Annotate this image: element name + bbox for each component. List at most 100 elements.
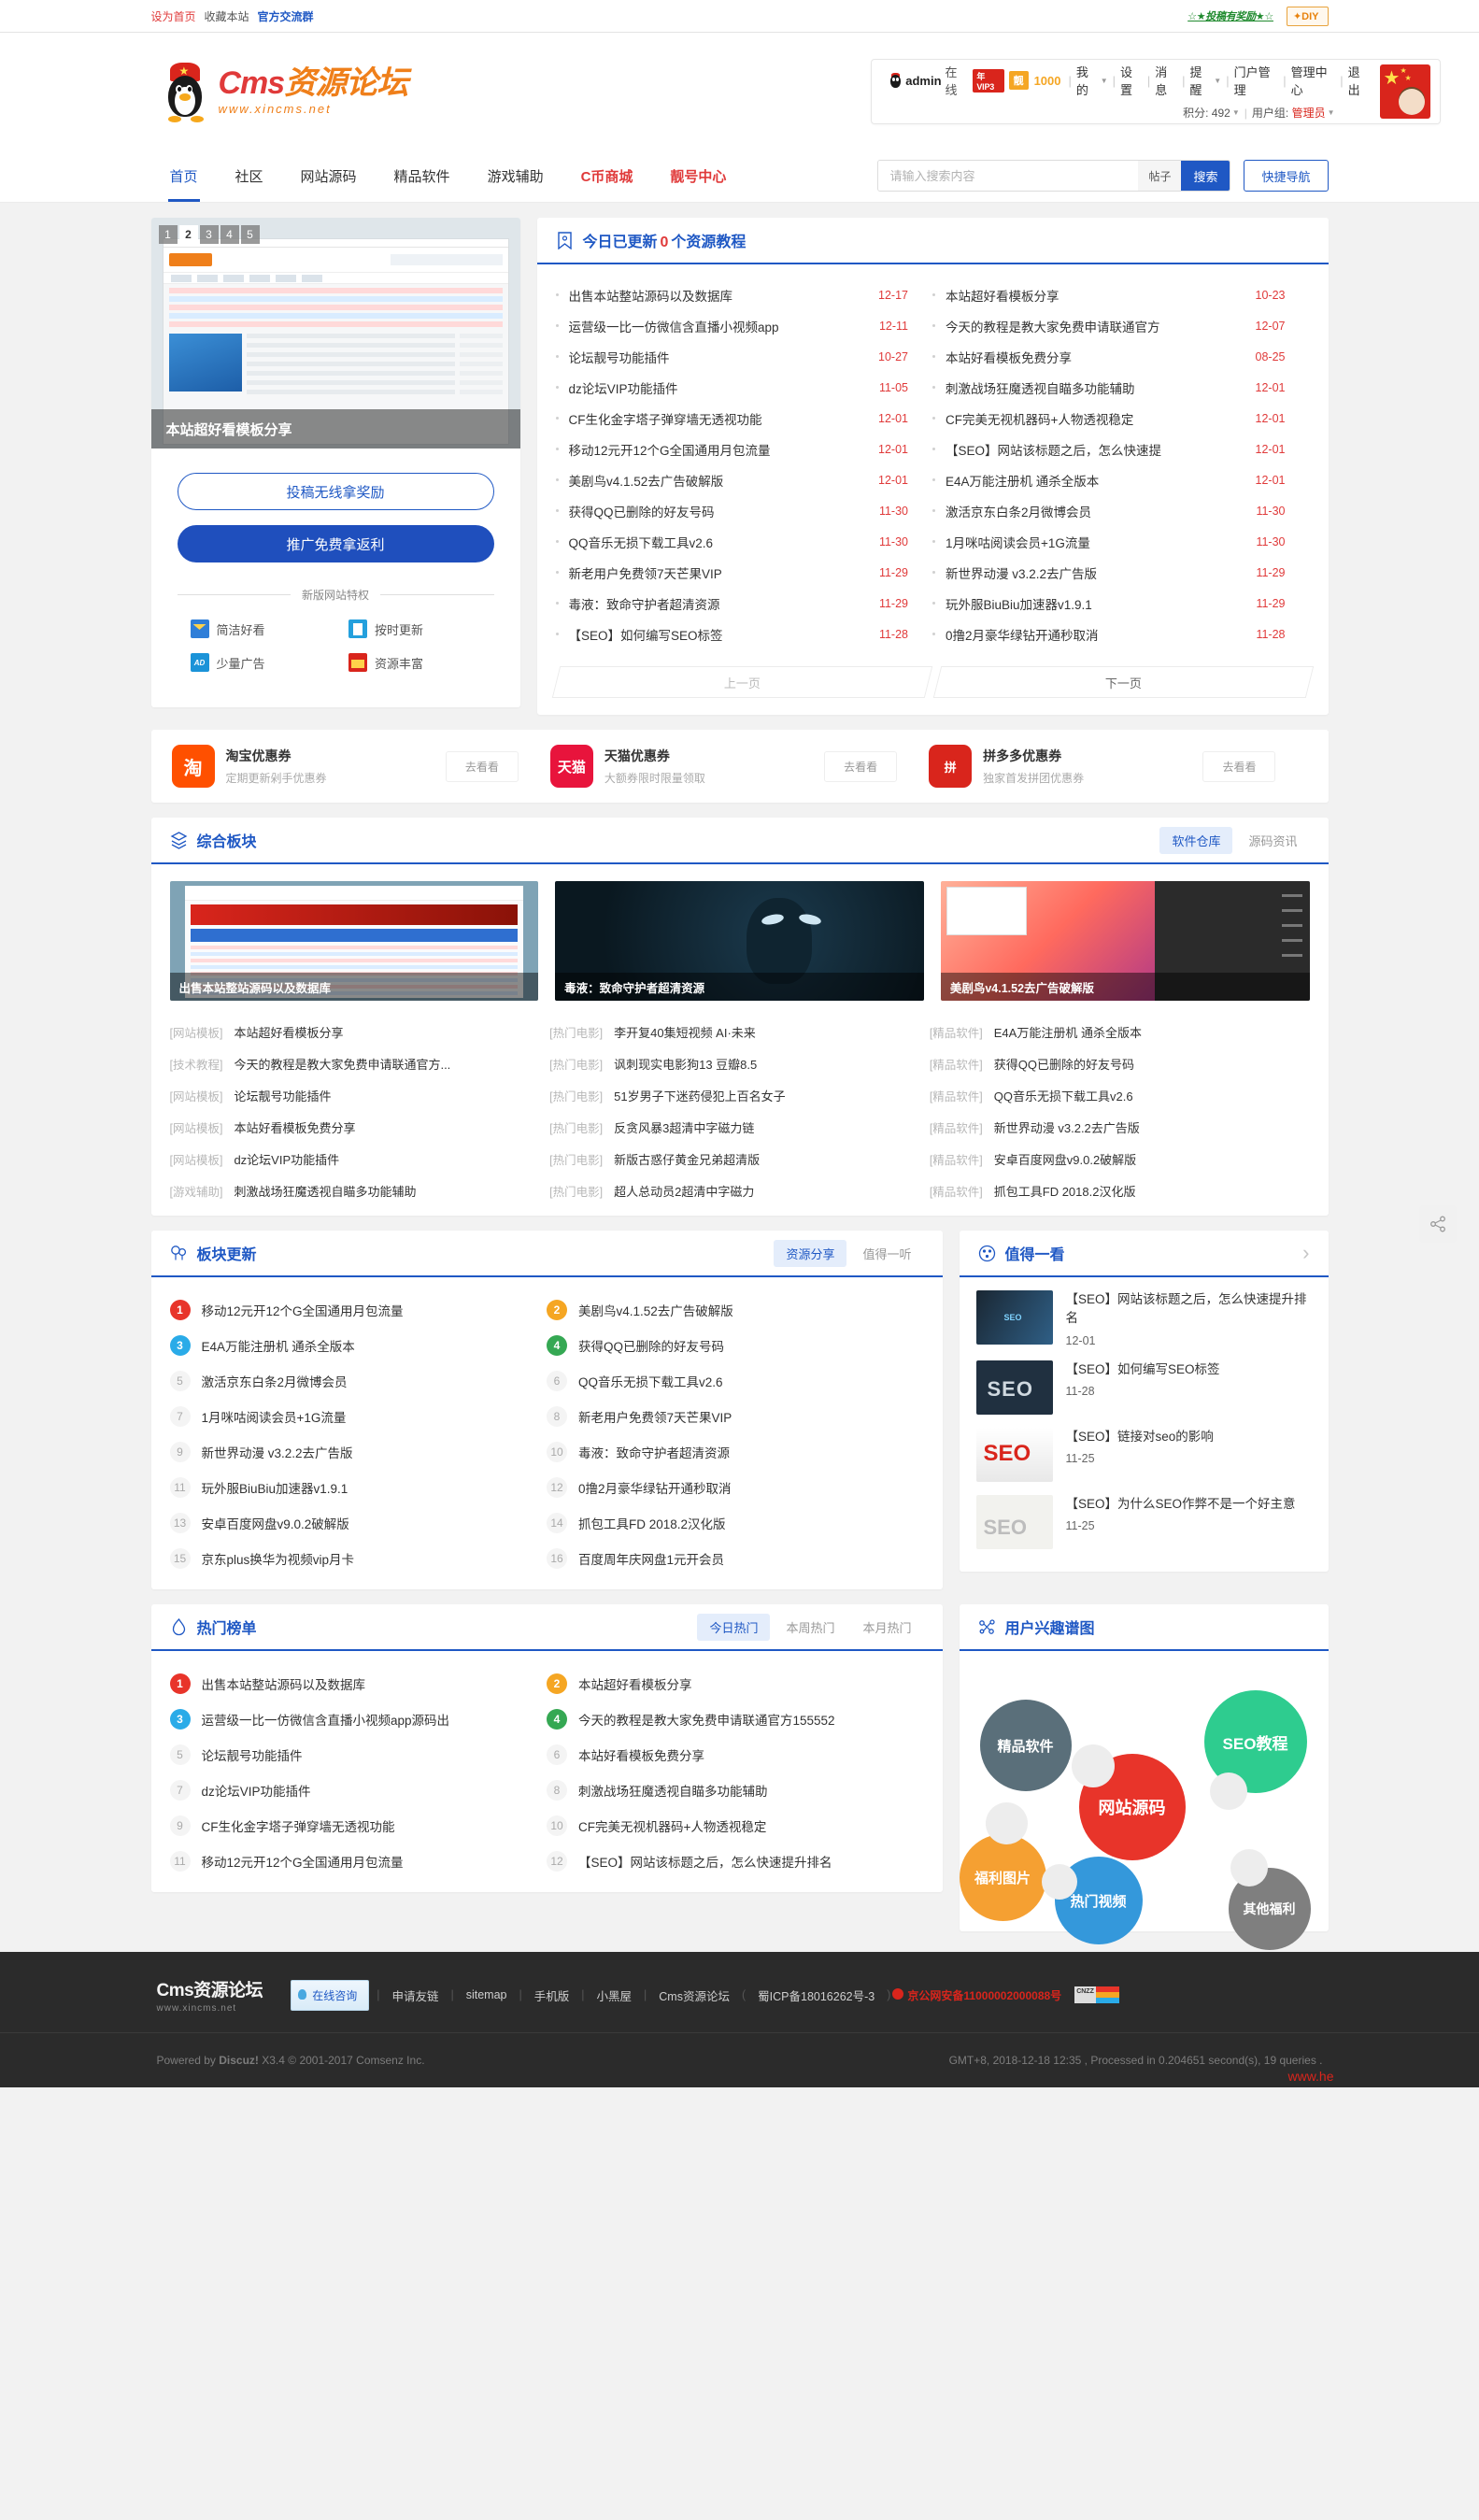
hot-rank-tab-today[interactable]: 今日热门 [697,1613,771,1641]
search-type-select[interactable]: 帖子 [1138,161,1182,191]
menu-messages[interactable]: 消息 [1155,63,1177,98]
update-list-item[interactable]: 刺激战场狂魔透视自瞄多功能辅助 12-01 [932,372,1310,403]
rank-list-item[interactable]: 5 激活京东白条2月微博会员 [169,1363,548,1399]
rank-list-item[interactable]: 8 新老用户免费领7天芒果VIP [547,1399,924,1434]
coupon-go-button[interactable]: 去看看 [445,750,519,782]
slider-page-1[interactable]: 1 [158,225,178,244]
rank-list-item[interactable]: 4 获得QQ已删除的好友号码 [547,1328,924,1363]
cnzz-badge[interactable]: CNZZ [1074,1986,1120,2003]
update-list-item[interactable]: 论坛靓号功能插件 10-27 [555,341,933,372]
footer-link-forum[interactable]: Cms资源论坛 [647,1986,742,2004]
rank-list-item[interactable]: 1 出售本站整站源码以及数据库 [169,1666,548,1701]
menu-notifications[interactable]: 提醒 [1189,63,1212,98]
update-list-item[interactable]: 0撸2月豪华绿钻开通秒取消 11-28 [932,619,1310,649]
update-list-item[interactable]: QQ音乐无损下载工具v2.6 11-30 [555,526,933,557]
quick-nav-button[interactable]: 快捷导航 [1244,160,1329,192]
worth-seeing-item[interactable]: 【SEO】为什么SEO作弊不是一个好主意 11-25 [975,1494,1312,1549]
menu-logout[interactable]: 退出 [1348,63,1371,98]
update-list-item[interactable]: 新世界动漫 v3.2.2去广告版 11-29 [932,557,1310,588]
board-tab-software[interactable]: 软件仓库 [1159,826,1233,854]
hero-slider[interactable]: 1 2 3 4 5 本站超好看模板分享 [150,218,520,448]
rank-list-item[interactable]: 7 1月咪咕阅读会员+1G流量 [169,1399,548,1434]
bookmark-site-link[interactable]: 收藏本站 [205,8,249,24]
update-list-item[interactable]: 【SEO】网站该标题之后，怎么快速提 12-01 [932,434,1310,464]
official-group-link[interactable]: 官方交流群 [258,8,314,24]
update-list-item[interactable]: 移动12元开12个G全国通用月包流量 12-01 [555,434,933,464]
nav-item-website-source[interactable]: 网站源码 [282,149,376,202]
rank-list-item[interactable]: 9 CF生化金字塔子弹穿墙无透视功能 [169,1808,548,1844]
menu-admin-center[interactable]: 管理中心 [1291,63,1336,98]
update-list-item[interactable]: CF完美无视机器码+人物透视稳定 12-01 [932,403,1310,434]
rank-list-item[interactable]: 5 论坛靓号功能插件 [169,1737,548,1773]
update-list-item[interactable]: 【SEO】如何编写SEO标签 11-28 [555,619,933,649]
board-list-item[interactable]: [精品软件] E4A万能注册机 通杀全版本 [930,1016,1289,1047]
worth-seeing-item[interactable]: 【SEO】网站该标题之后，怎么快速提升排名 12-01 [975,1290,1312,1347]
share-icon[interactable] [1419,1205,1457,1243]
nav-item-coin-mall[interactable]: C币商城 [562,149,652,202]
board-list-item[interactable]: [精品软件] 抓包工具FD 2018.2汉化版 [930,1175,1289,1206]
site-logo[interactable]: ★ Cms资源论坛 www.xincms.net [151,62,408,122]
rank-list-item[interactable]: 2 本站超好看模板分享 [547,1666,924,1701]
board-update-tab-share[interactable]: 资源分享 [774,1239,847,1267]
update-list-item[interactable]: CF生化金字塔子弹穿墙无透视功能 12-01 [555,403,933,434]
board-list-item[interactable]: [精品软件] 新世界动漫 v3.2.2去广告版 [930,1111,1289,1143]
menu-settings[interactable]: 设置 [1120,63,1143,98]
coupon-taobao[interactable]: 淘 淘宝优惠券 定期更新剁手优惠券 去看看 [171,745,550,788]
search-input[interactable] [878,161,1139,191]
board-list-item[interactable]: [热门电影] 李开复40集短视频 AI·未来 [549,1016,909,1047]
set-homepage-link[interactable]: 设为首页 [151,8,196,24]
update-list-item[interactable]: 本站好看模板免费分享 08-25 [932,341,1310,372]
footer-link-mobile[interactable]: 手机版 [522,1986,582,2004]
rank-list-item[interactable]: 3 运营级一比一仿微信含直播小视频app源码出 [169,1701,548,1737]
rank-list-item[interactable]: 1 移动12元开12个G全国通用月包流量 [169,1292,548,1328]
footer-link-friendlink[interactable]: 申请友链 [379,1986,450,2004]
board-list-item[interactable]: [游戏辅助] 刺激战场狂魔透视自瞄多功能辅助 [170,1175,530,1206]
update-list-item[interactable]: 今天的教程是教大家免费申请联通官方 12-07 [932,310,1310,341]
menu-mine[interactable]: 我的 [1076,63,1099,98]
board-list-item[interactable]: [热门电影] 51岁男子下迷药侵犯上百名女子 [549,1079,909,1111]
nav-item-quality-software[interactable]: 精品软件 [376,149,469,202]
update-list-item[interactable]: 玩外服BiuBiu加速器v1.9.1 11-29 [932,588,1310,619]
board-list-item[interactable]: [网站模板] dz论坛VIP功能插件 [170,1143,530,1175]
rank-list-item[interactable]: 10 毒液：致命守护者超清资源 [547,1434,924,1470]
rank-list-item[interactable]: 4 今天的教程是教大家免费申请联通官方155552 [547,1701,924,1737]
rank-list-item[interactable]: 2 美剧鸟v4.1.52去广告破解版 [547,1292,924,1328]
board-list-item[interactable]: [技术教程] 今天的教程是教大家免费申请联通官方... [170,1047,530,1079]
rank-list-item[interactable]: 15 京东plus换华为视频vip月卡 [169,1541,548,1576]
slider-pagination[interactable]: 1 2 3 4 5 [158,225,260,244]
search-button[interactable]: 搜索 [1181,161,1230,191]
worth-seeing-item[interactable]: 【SEO】链接对seo的影响 11-25 [975,1427,1312,1482]
nav-item-community[interactable]: 社区 [217,149,282,202]
prev-page-button[interactable]: 上一页 [551,666,932,698]
board-list-item[interactable]: [网站模板] 论坛靓号功能插件 [170,1079,530,1111]
username-label[interactable]: admin [905,74,941,88]
rank-list-item[interactable]: 12 【SEO】网站该标题之后，怎么快速提升排名 [547,1844,924,1879]
update-list-item[interactable]: 获得QQ已删除的好友号码 11-30 [555,495,933,526]
rank-list-item[interactable]: 12 0撸2月豪华绿钻开通秒取消 [547,1470,924,1505]
update-list-item[interactable]: dz论坛VIP功能插件 11-05 [555,372,933,403]
rank-list-item[interactable]: 13 安卓百度网盘v9.0.2破解版 [169,1505,548,1541]
update-list-item[interactable]: 1月咪咕阅读会员+1G流量 11-30 [932,526,1310,557]
rank-list-item[interactable]: 14 抓包工具FD 2018.2汉化版 [547,1505,924,1541]
hot-rank-tab-week[interactable]: 本周热门 [774,1614,846,1641]
board-thumb-1[interactable]: 出售本站整站源码以及数据库 [169,881,539,1001]
menu-portal-admin[interactable]: 门户管理 [1234,63,1279,98]
slider-page-4[interactable]: 4 [220,225,239,244]
footer-link-sitemap[interactable]: sitemap [454,1988,519,2001]
online-consult-button[interactable]: 在线咨询 [291,1979,370,2011]
board-list-item[interactable]: [热门电影] 新版古惑仔黄金兄弟超清版 [549,1143,909,1175]
nav-item-home[interactable]: 首页 [151,149,217,202]
update-list-item[interactable]: E4A万能注册机 通杀全版本 12-01 [932,464,1310,495]
interest-bubble[interactable]: 精品软件 [979,1700,1072,1791]
rank-list-item[interactable]: 3 E4A万能注册机 通杀全版本 [169,1328,548,1363]
slider-caption[interactable]: 本站超好看模板分享 [150,409,520,448]
board-update-tab-listen[interactable]: 值得一听 [850,1240,923,1267]
board-tab-source-news[interactable]: 源码资讯 [1236,827,1309,854]
promote-rebate-button[interactable]: 推广免费拿返利 [177,525,494,562]
board-list-item[interactable]: [精品软件] 获得QQ已删除的好友号码 [930,1047,1289,1079]
update-list-item[interactable]: 美剧鸟v4.1.52去广告破解版 12-01 [555,464,933,495]
award-submission-link[interactable]: ☆★投稿有奖励★☆ [1187,8,1273,23]
board-list-item[interactable]: [精品软件] 安卓百度网盘v9.0.2破解版 [930,1143,1289,1175]
footer-link-darkroom[interactable]: 小黑屋 [585,1986,645,2004]
submit-reward-button[interactable]: 投稿无线拿奖励 [177,473,494,510]
